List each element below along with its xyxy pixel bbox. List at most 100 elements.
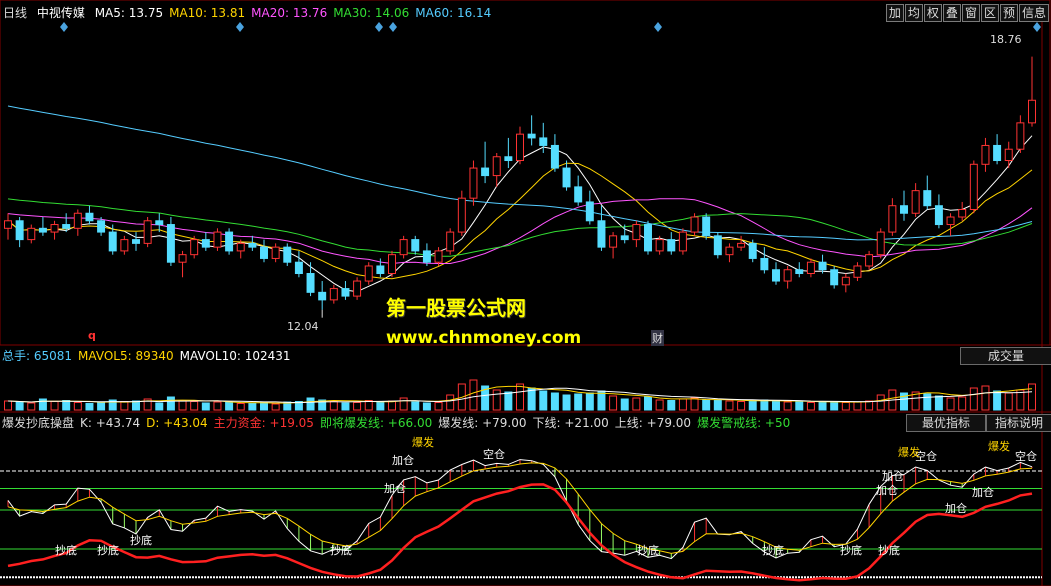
toolbar-button-5[interactable]: 区: [980, 4, 999, 22]
candle-body: [15, 220, 24, 241]
candle-body: [446, 231, 455, 252]
indicator-help-button[interactable]: 指标说明: [986, 414, 1051, 432]
price-header: 日线 中视传媒 MA5: 13.75 MA10: 13.81 MA20: 13.76…: [0, 4, 503, 22]
volume-bar: [993, 390, 1002, 411]
candle-body: [294, 261, 303, 275]
volume-bar: [760, 399, 769, 411]
candle-body: [516, 133, 524, 162]
signal-annotation: 加仓: [392, 454, 414, 467]
volume-bar: [783, 401, 792, 411]
candle-body: [411, 239, 420, 252]
candle-body: [911, 190, 920, 214]
volume-bar: [15, 401, 24, 411]
toolbar-button-1[interactable]: 均: [904, 4, 923, 22]
volume-label-0: 总手: 65081: [2, 349, 73, 363]
indicator-label-6: 下线: +21.00: [532, 416, 609, 430]
candle-body: [318, 291, 327, 301]
volume-button[interactable]: 成交量: [960, 347, 1051, 365]
volume-bar: [632, 397, 641, 411]
volume-bar: [248, 402, 257, 411]
best-indicator-button[interactable]: 最优指标: [906, 414, 986, 432]
signal-annotation: 抄底: [762, 544, 784, 557]
candle-body: [737, 242, 746, 248]
signal-annotation: 抄底: [840, 544, 862, 557]
candle-body: [1028, 99, 1036, 124]
event-diamond-icon: [654, 22, 662, 32]
toolbar-button-4[interactable]: 窗: [961, 4, 980, 22]
period-label: 日线: [3, 6, 28, 20]
candle-body: [644, 224, 652, 252]
indicator-label-0: 爆发抄底操盘: [2, 416, 75, 430]
volume-bar: [818, 401, 827, 411]
volume-bar: [806, 402, 815, 411]
candle-body: [364, 265, 373, 282]
volume-bar: [236, 403, 245, 411]
volume-bar: [958, 396, 967, 411]
candle-body: [713, 235, 722, 256]
candle-body: [434, 250, 443, 263]
candle-body: [260, 246, 268, 259]
candle-body: [539, 137, 548, 146]
candle-body: [1016, 122, 1025, 150]
candle-body: [481, 167, 490, 177]
signal-annotation: 空仓: [483, 448, 505, 461]
signal-annotation: 加仓: [384, 482, 406, 495]
signal-annotation: 爆发: [988, 440, 1010, 453]
candle-body: [492, 156, 501, 177]
candle-body: [422, 250, 431, 263]
volume-bar: [690, 397, 699, 411]
toolbar-button-3[interactable]: 叠: [942, 4, 961, 22]
indicator-label-4: 即将爆发线: +66.00: [319, 416, 433, 430]
volume-bar: [73, 402, 82, 411]
candle-body: [469, 167, 478, 199]
volume-bar: [585, 392, 594, 411]
candle-body: [923, 190, 932, 207]
candle-body: [830, 269, 839, 286]
candle-body: [50, 224, 59, 233]
candle-body: [97, 220, 106, 233]
candle-body: [225, 231, 234, 252]
indicator-label-8: 爆发警戒线: +50: [697, 416, 791, 430]
candle-body: [27, 227, 36, 241]
candle-body: [504, 156, 513, 162]
volume-bar: [469, 379, 478, 411]
candle-body: [841, 276, 850, 286]
low-price-label: 12.04: [287, 320, 319, 333]
ma-label-2: MA20: 13.76: [251, 6, 328, 20]
candle-body: [399, 239, 408, 256]
event-diamond-icon: [389, 22, 397, 32]
candle-body: [702, 216, 711, 237]
candle-body: [213, 231, 222, 248]
candle-body: [620, 235, 629, 241]
candle-body: [388, 254, 396, 275]
toolbar-button-7[interactable]: 信息: [1018, 4, 1049, 22]
candle-body: [306, 273, 315, 293]
candle-body: [376, 265, 385, 275]
volume-bar: [190, 401, 199, 411]
d-line: [7, 462, 1033, 554]
toolbar-button-0[interactable]: 加: [885, 4, 904, 22]
ma-label-0: MA5: 13.75: [94, 6, 164, 20]
volume-bar: [376, 401, 385, 411]
signal-annotation: 抄底: [637, 544, 659, 557]
candle-body: [190, 239, 199, 256]
volume-bar: [737, 401, 746, 411]
candle-body: [527, 133, 536, 139]
candle-body: [958, 208, 967, 218]
candle-body: [271, 246, 280, 259]
volume-bar: [725, 400, 734, 411]
candle-body: [772, 269, 780, 282]
volume-bar: [422, 402, 431, 411]
volume-bar: [841, 402, 850, 411]
candle-body: [900, 205, 908, 214]
volume-bar: [120, 401, 129, 411]
event-diamond-icon: [236, 22, 244, 32]
toolbar-button-2[interactable]: 权: [923, 4, 942, 22]
toolbar-button-6[interactable]: 预: [999, 4, 1018, 22]
signal-annotation: 抄底: [55, 544, 77, 557]
volume-bar: [492, 389, 501, 411]
volume-bar: [504, 391, 513, 411]
volume-bar: [201, 402, 210, 411]
volume-bar: [550, 392, 559, 411]
high-price-label: 18.76: [990, 33, 1022, 46]
